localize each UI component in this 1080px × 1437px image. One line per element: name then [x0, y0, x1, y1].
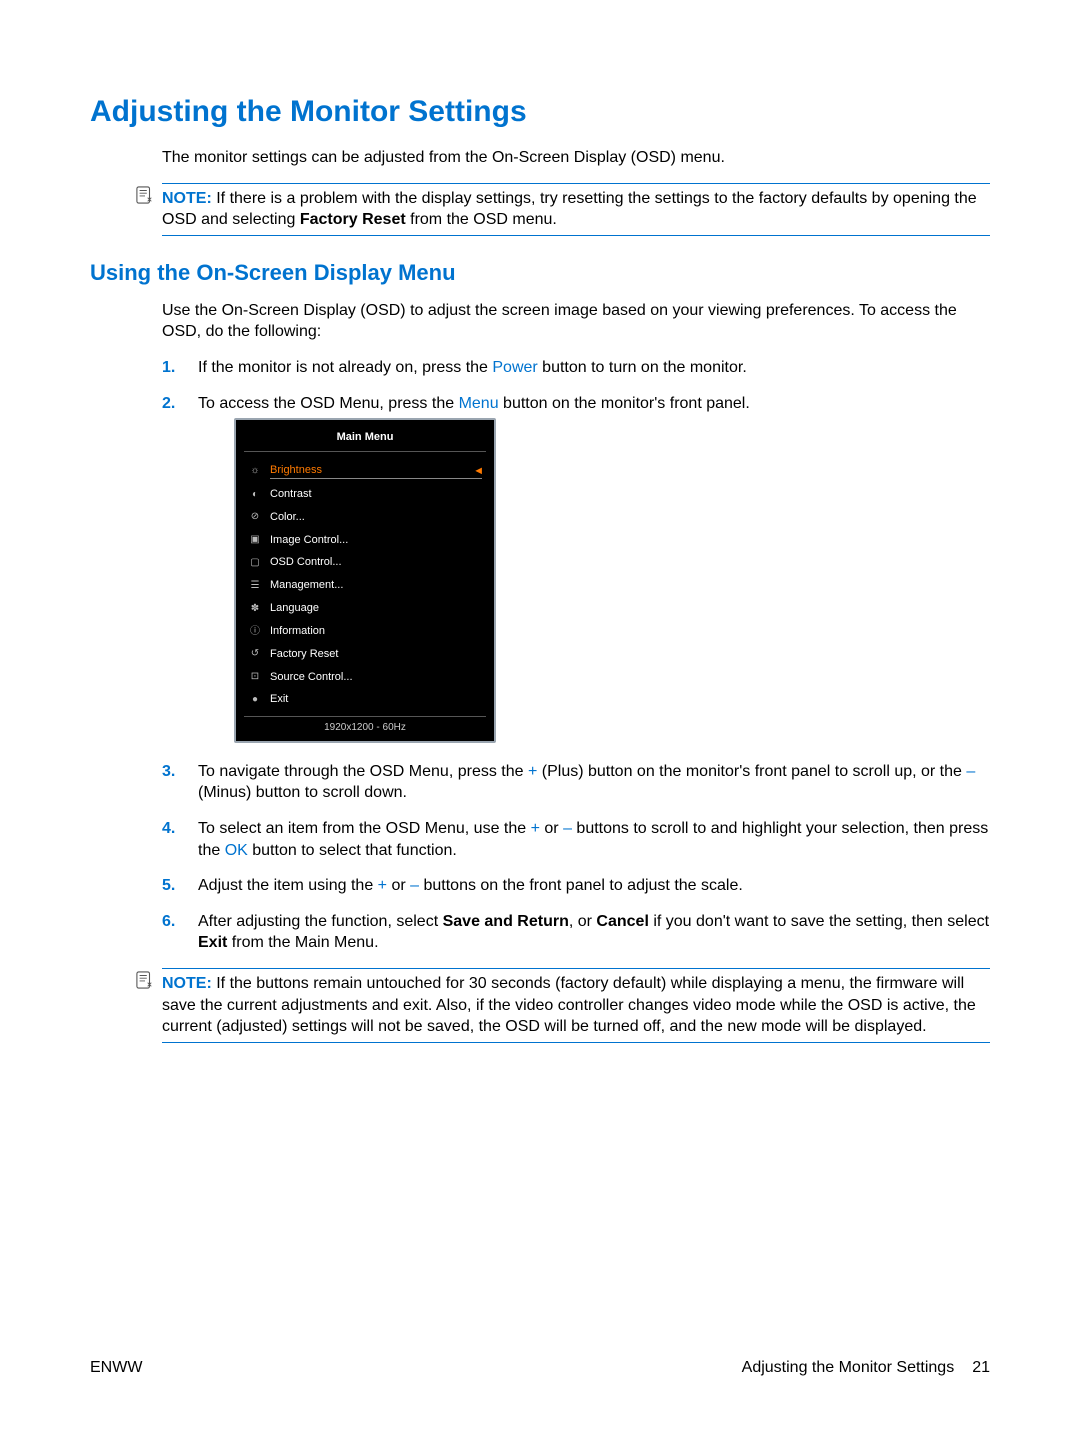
step-3: 3. To navigate through the OSD Menu, pres… — [162, 761, 990, 804]
osd-item-label: Brightness — [270, 463, 482, 479]
osd-item-label: Management... — [270, 578, 343, 593]
osd-item-icon: ☼ — [248, 464, 262, 478]
page-footer: ENWW Adjusting the Monitor Settings 21 — [90, 1359, 990, 1377]
osd-item-label: Language — [270, 601, 319, 616]
note-label-2: NOTE: — [162, 975, 212, 992]
osd-item-icon: ✽ — [248, 602, 262, 616]
step-1: 1. If the monitor is not already on, pres… — [162, 357, 990, 379]
step-text: To navigate through the OSD Menu, press … — [198, 763, 975, 802]
osd-menu-item: ⓘ Information — [244, 621, 486, 642]
step-number: 2. — [162, 393, 175, 415]
osd-menu-item: ⊘ Color... — [244, 507, 486, 528]
osd-menu-item: ⊡ Source Control... — [244, 667, 486, 688]
step-number: 5. — [162, 875, 175, 897]
note-icon — [136, 971, 154, 989]
step-6: 6. After adjusting the function, select S… — [162, 911, 990, 954]
footer-left: ENWW — [90, 1359, 142, 1377]
osd-item-icon: ● — [248, 693, 262, 707]
osd-resolution-footer: 1920x1200 - 60Hz — [244, 716, 486, 737]
osd-menu-item: ✽ Language — [244, 598, 486, 619]
osd-item-label: Image Control... — [270, 533, 348, 548]
osd-item-icon: ⓘ — [248, 625, 262, 639]
osd-menu-item: ↺ Factory Reset — [244, 644, 486, 665]
step-number: 4. — [162, 818, 175, 840]
osd-item-label: Factory Reset — [270, 647, 338, 662]
sub-intro-text: Use the On-Screen Display (OSD) to adjus… — [162, 300, 990, 343]
note-text-1: If there is a problem with the display s… — [162, 190, 977, 229]
osd-items-container: ☼ Brightness◄ ◐ Contrast ⊘ Color... ▣ Image Con… — [244, 452, 486, 716]
step-text: Adjust the item using the + or – buttons… — [198, 877, 743, 894]
step-text: After adjusting the function, select Sav… — [198, 913, 989, 952]
intro-text: The monitor settings can be adjusted fro… — [162, 147, 990, 169]
footer-section-name: Adjusting the Monitor Settings — [742, 1359, 955, 1377]
step-2: 2. To access the OSD Menu, press the Menu… — [162, 393, 990, 743]
osd-screenshot: Main Menu ☼ Brightness◄ ◐ Contrast ⊘ Color...… — [234, 418, 496, 743]
section-title: Adjusting the Monitor Settings — [90, 95, 990, 129]
osd-menu-item: ☰ Management... — [244, 575, 486, 596]
osd-item-label: Exit — [270, 692, 288, 707]
osd-item-label: OSD Control... — [270, 555, 342, 570]
note-box-2: NOTE: If the buttons remain untouched fo… — [162, 968, 990, 1043]
osd-menu-item: ● Exit — [244, 689, 486, 710]
step-number: 1. — [162, 357, 175, 379]
step-text: To select an item from the OSD Menu, use… — [198, 820, 988, 859]
osd-menu-item: ◐ Contrast — [244, 484, 486, 505]
osd-item-label: Contrast — [270, 487, 312, 502]
osd-item-icon: ☰ — [248, 579, 262, 593]
steps-list: 1. If the monitor is not already on, pres… — [162, 357, 990, 954]
footer-page-number: 21 — [972, 1359, 990, 1377]
osd-item-icon: ⊘ — [248, 510, 262, 524]
osd-item-icon: ↺ — [248, 647, 262, 661]
osd-selected-arrow-icon: ◄ — [473, 464, 484, 479]
osd-menu-item: ☼ Brightness◄ — [244, 460, 486, 482]
step-text: If the monitor is not already on, press … — [198, 359, 747, 376]
osd-menu-item: ▣ Image Control... — [244, 530, 486, 551]
osd-item-icon: ◐ — [248, 488, 262, 502]
osd-menu-item: ▢ OSD Control... — [244, 552, 486, 573]
step-number: 3. — [162, 761, 175, 783]
step-number: 6. — [162, 911, 175, 933]
osd-item-label: Source Control... — [270, 670, 353, 685]
note-label-1: NOTE: — [162, 190, 212, 207]
osd-item-icon: ▢ — [248, 556, 262, 570]
osd-item-label: Color... — [270, 510, 305, 525]
osd-item-icon: ▣ — [248, 533, 262, 547]
subsection-title: Using the On-Screen Display Menu — [90, 260, 990, 286]
osd-item-label: Information — [270, 624, 325, 639]
step-5: 5. Adjust the item using the + or – butto… — [162, 875, 990, 897]
osd-title: Main Menu — [244, 428, 486, 452]
step-text: To access the OSD Menu, press the Menu b… — [198, 395, 750, 412]
note-text-2: If the buttons remain untouched for 30 s… — [162, 975, 976, 1035]
note-icon — [136, 186, 154, 204]
osd-item-icon: ⊡ — [248, 670, 262, 684]
step-4: 4. To select an item from the OSD Menu, u… — [162, 818, 990, 861]
note-box-1: NOTE: If there is a problem with the dis… — [162, 183, 990, 236]
